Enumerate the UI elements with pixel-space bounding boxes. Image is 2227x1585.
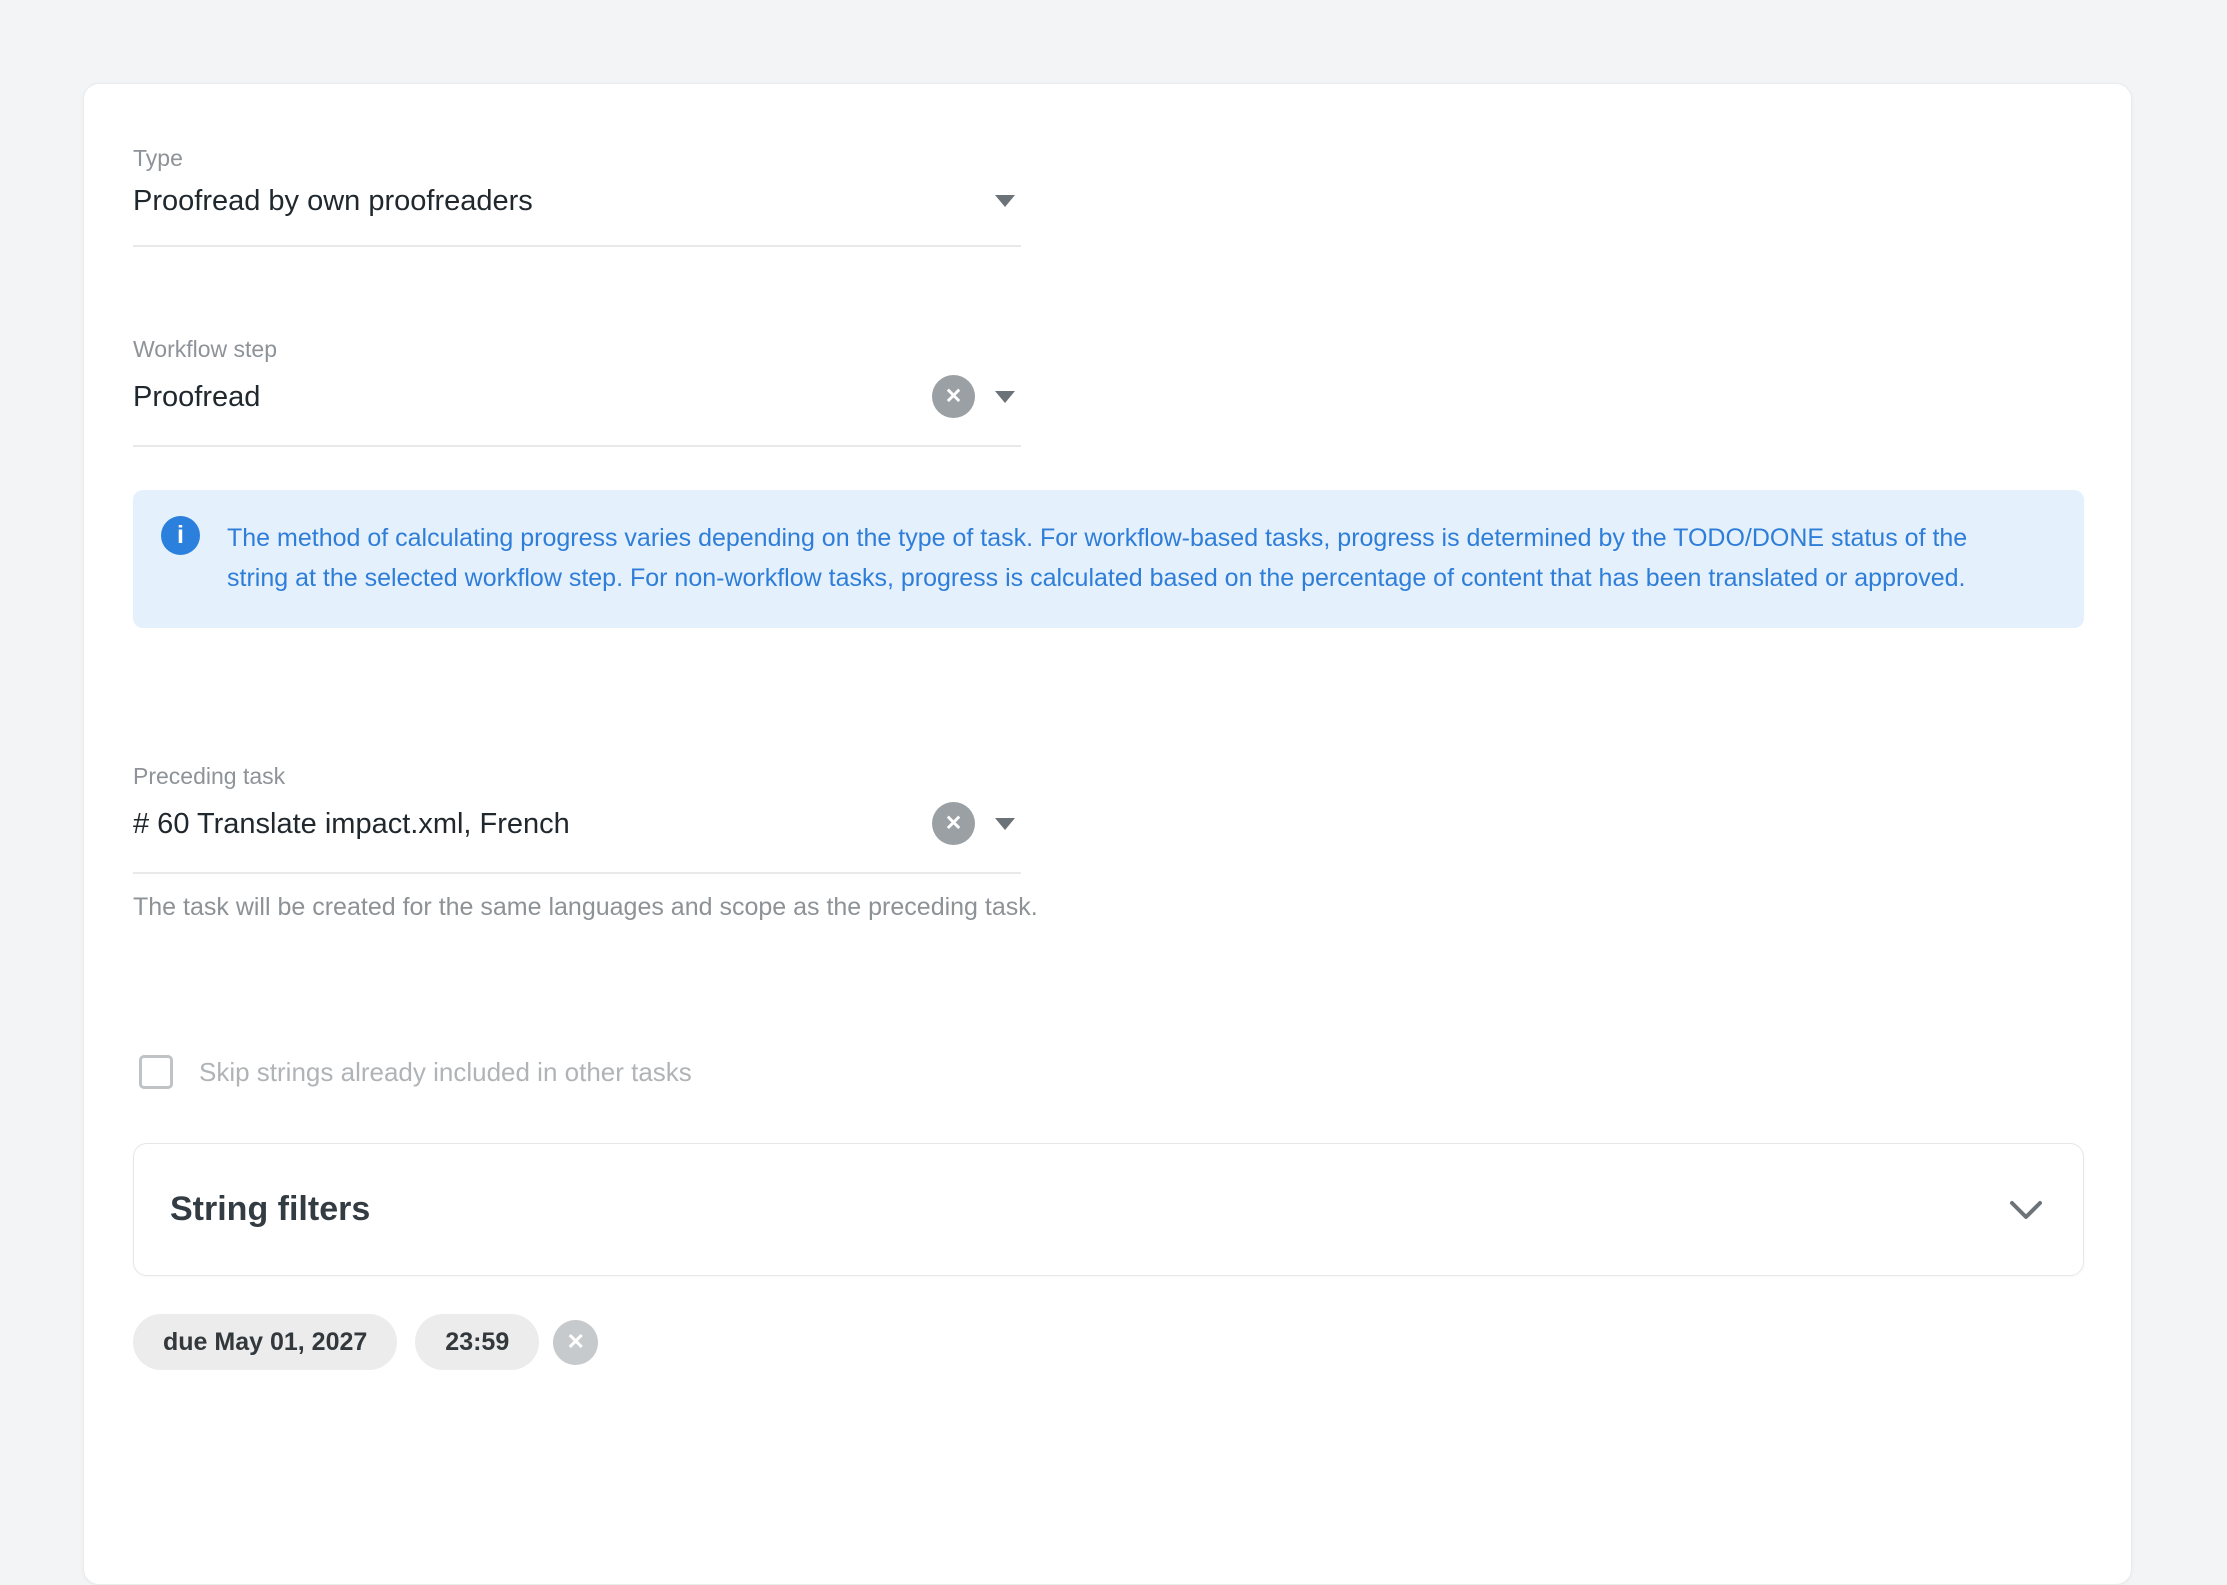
clear-icon[interactable]: ✕ <box>932 802 975 845</box>
preceding-task-field: Preceding task # 60 Translate impact.xml… <box>133 763 1021 874</box>
type-value: Proofread by own proofreaders <box>133 184 995 218</box>
workflow-step-field: Workflow step Proofread ✕ <box>133 336 1021 447</box>
workflow-step-value: Proofread <box>133 380 932 414</box>
workflow-step-select[interactable]: Proofread ✕ <box>133 375 1021 447</box>
dropdown-caret-icon[interactable] <box>995 818 1015 830</box>
clear-icon[interactable]: ✕ <box>932 375 975 418</box>
remove-due-date-icon[interactable]: ✕ <box>553 1320 598 1365</box>
due-time-chip[interactable]: 23:59 <box>415 1314 539 1370</box>
info-glyph: i <box>177 523 184 548</box>
due-date-chips-row: due May 01, 2027 23:59 ✕ <box>133 1314 598 1370</box>
preceding-task-helper-text: The task will be created for the same la… <box>133 889 1038 925</box>
workflow-step-label: Workflow step <box>133 336 1021 363</box>
type-label: Type <box>133 145 1021 172</box>
type-field: Type Proofread by own proofreaders <box>133 145 1021 247</box>
string-filters-title: String filters <box>170 1190 2009 1229</box>
string-filters-panel[interactable]: String filters <box>133 1143 2084 1276</box>
preceding-task-label: Preceding task <box>133 763 1021 790</box>
clear-glyph: ✕ <box>945 386 963 407</box>
due-date-chip[interactable]: due May 01, 2027 <box>133 1314 397 1370</box>
info-icon: i <box>161 516 200 555</box>
clear-glyph: ✕ <box>945 813 963 834</box>
info-banner: i The method of calculating progress var… <box>133 490 2084 628</box>
preceding-task-value: # 60 Translate impact.xml, French <box>133 807 932 841</box>
dropdown-caret-icon[interactable] <box>995 391 1015 403</box>
type-select[interactable]: Proofread by own proofreaders <box>133 184 1021 247</box>
skip-strings-label: Skip strings already included in other t… <box>199 1057 692 1088</box>
preceding-task-select[interactable]: # 60 Translate impact.xml, French ✕ <box>133 802 1021 874</box>
skip-strings-checkbox[interactable] <box>139 1055 173 1089</box>
dropdown-caret-icon[interactable] <box>995 195 1015 207</box>
task-form-card: Type Proofread by own proofreaders Workf… <box>83 83 2132 1585</box>
info-banner-text: The method of calculating progress varie… <box>227 518 2032 598</box>
chevron-down-icon[interactable] <box>2009 1199 2043 1221</box>
chip-remove-glyph: ✕ <box>567 1331 585 1353</box>
skip-strings-row: Skip strings already included in other t… <box>139 1055 692 1089</box>
